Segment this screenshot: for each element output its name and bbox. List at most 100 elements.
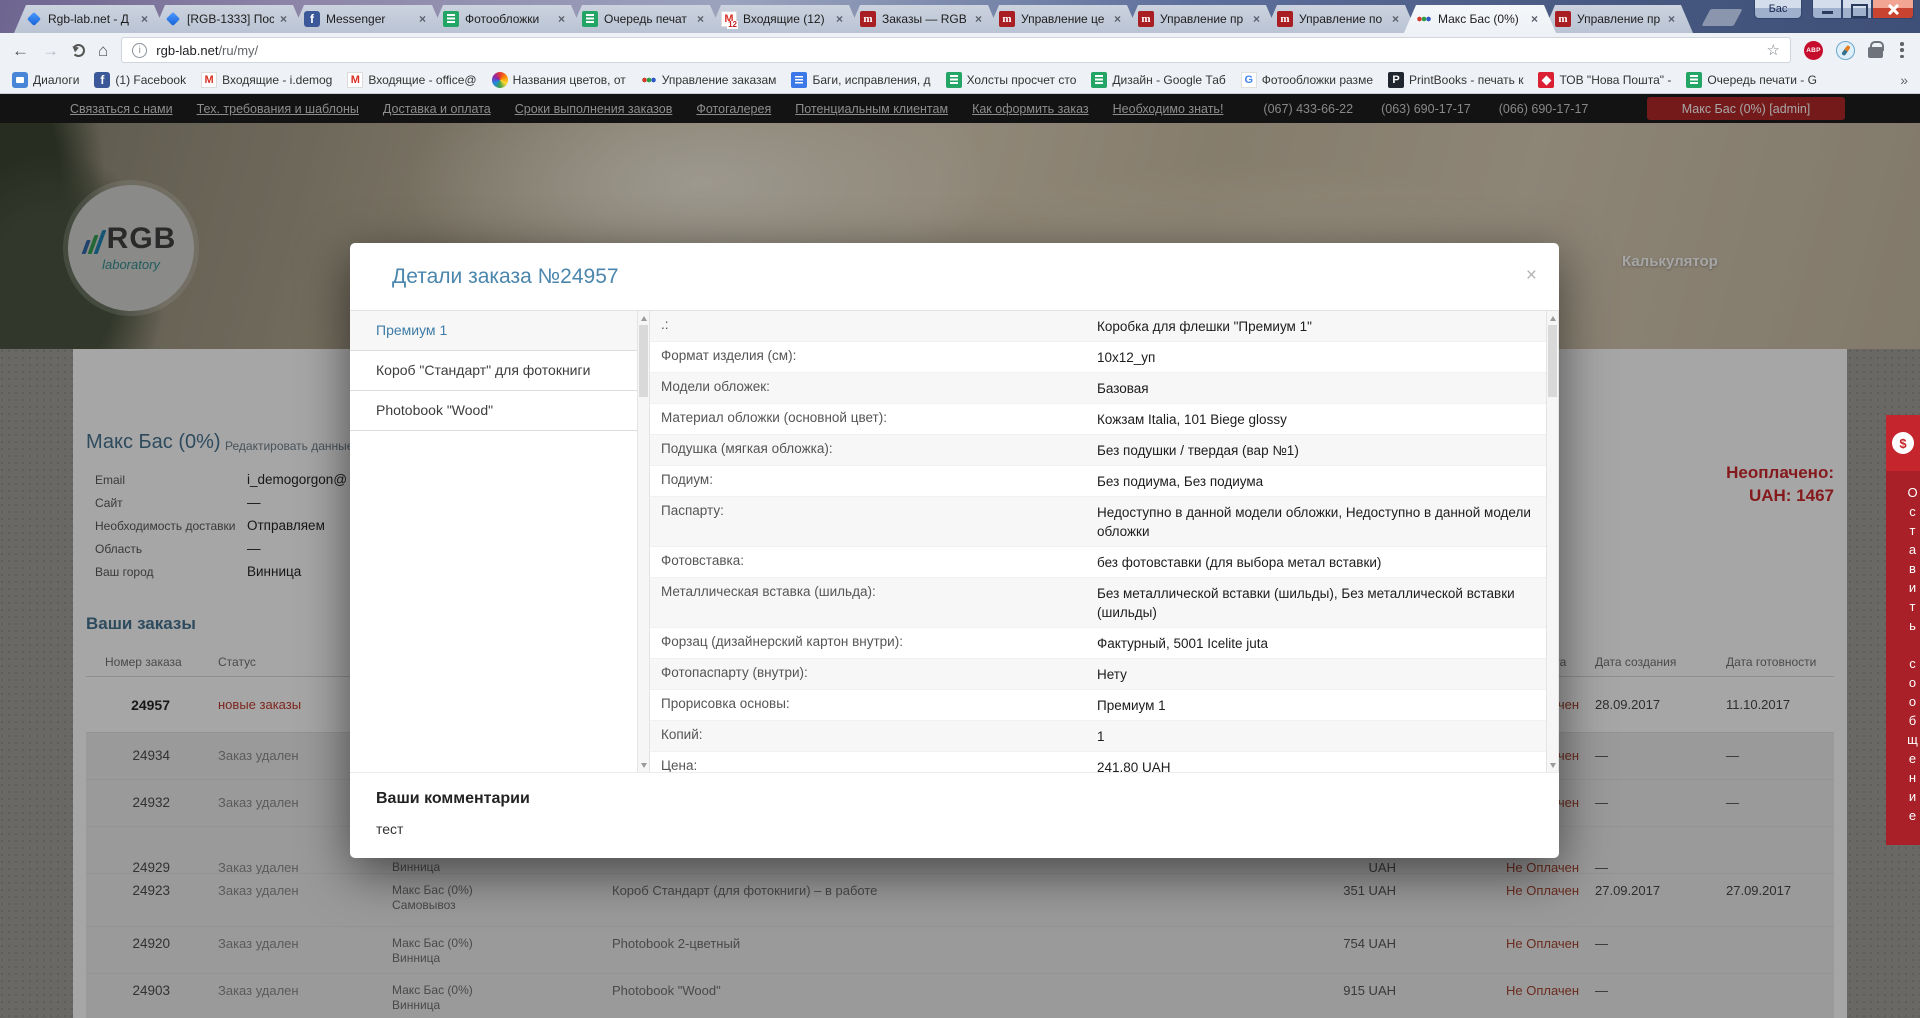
bookmark-novaposhta[interactable]: ТОВ "Нова Пошта" -: [1538, 72, 1671, 88]
detail-row: Паспарту:Недоступно в данной модели обло…: [650, 497, 1546, 547]
address-bar[interactable]: i rgb-lab.net/ru/my/ ☆: [121, 37, 1791, 63]
scroll-up-icon[interactable]: [638, 311, 649, 324]
url-path: /ru/my/: [218, 43, 258, 58]
tab-upravlenie-4[interactable]: mУправление пр×: [1543, 5, 1693, 33]
back-button[interactable]: ←: [12, 42, 29, 59]
bookmark-fotooblozhki[interactable]: GФотообложки разме: [1241, 72, 1373, 88]
tab-close-icon[interactable]: ×: [419, 12, 426, 26]
tab-close-icon[interactable]: ×: [1668, 12, 1675, 26]
order-items-list: Премиум 1 Короб "Стандарт" для фотокниги…: [350, 311, 637, 772]
tab-close-icon[interactable]: ×: [1531, 12, 1538, 26]
detail-row: Цена:241.80 UAH: [650, 752, 1546, 772]
tab-inbox[interactable]: M12Входящие (12)×: [709, 5, 861, 33]
scroll-down-icon[interactable]: [638, 759, 649, 772]
scrollbar-thumb[interactable]: [639, 325, 648, 397]
sheets-icon: [582, 11, 598, 27]
bookmark-orders-admin[interactable]: Управление заказам: [641, 72, 777, 88]
adblock-extension-icon[interactable]: ABP: [1804, 41, 1823, 60]
tab-title: Входящие (12): [743, 12, 830, 26]
tab-close-icon[interactable]: ×: [836, 12, 843, 26]
chat-icon[interactable]: $: [1886, 415, 1920, 471]
tab-close-icon[interactable]: ×: [1392, 12, 1399, 26]
scrollbar-thumb[interactable]: [1548, 325, 1557, 397]
bookmark-label: Холсты просчет сто: [967, 73, 1077, 87]
detail-value: Без подиума, Без подиума: [1097, 472, 1546, 491]
detail-row: Фотопаспарту (внутри):Нету: [650, 659, 1546, 690]
tab-title: Управление по: [1299, 12, 1386, 26]
window-maximize-button[interactable]: [1842, 0, 1872, 19]
tab-close-icon[interactable]: ×: [697, 12, 704, 26]
detail-row: Фотовставка:без фотовставки (для выбора …: [650, 547, 1546, 578]
jira-icon: [165, 11, 181, 27]
scroll-down-icon[interactable]: [1547, 759, 1558, 772]
list-scrollbar[interactable]: [637, 311, 650, 772]
tab-strip: Rgb-lab.net - Д × [RGB-1333] Пос× fMessen…: [0, 0, 1920, 33]
tab-upravlenie-3[interactable]: mУправление по×: [1265, 5, 1417, 33]
tab-close-icon[interactable]: ×: [975, 12, 982, 26]
bookmark-label: (1) Facebook: [115, 73, 186, 87]
tab-fotooblozhki[interactable]: Фотообложки×: [431, 5, 583, 33]
bookmark-label: Очередь печати - G: [1707, 73, 1817, 87]
tab-close-icon[interactable]: ×: [141, 12, 148, 26]
list-item-premium-1[interactable]: Премиум 1: [350, 311, 637, 351]
bookmark-canvas[interactable]: Холсты просчет сто: [946, 72, 1077, 88]
tab-rgb-1333[interactable]: [RGB-1333] Пос×: [153, 5, 305, 33]
compass-extension-icon[interactable]: [1836, 41, 1855, 60]
home-button[interactable]: ⌂: [98, 42, 108, 59]
bookmark-inbox-office[interactable]: MВходящие - office@: [347, 72, 476, 88]
tab-messenger[interactable]: fMessenger×: [292, 5, 444, 33]
list-item-photobook-wood[interactable]: Photobook "Wood": [350, 391, 637, 431]
browser-toolbar: ← → ⌂ i rgb-lab.net/ru/my/ ☆ ABP: [0, 33, 1920, 67]
detail-row: Металлическая вставка (шильда):Без метал…: [650, 578, 1546, 628]
tab-title: Rgb-lab.net - Д: [48, 12, 135, 26]
tab-close-icon[interactable]: ×: [1114, 12, 1121, 26]
detail-value: 10x12_уп: [1097, 348, 1546, 367]
tab-zakazy[interactable]: mЗаказы — RGB×: [848, 5, 1000, 33]
bookmark-label: Названия цветов, от: [513, 73, 626, 87]
close-icon[interactable]: ×: [1526, 265, 1537, 287]
browser-menu-icon[interactable]: [1900, 42, 1904, 58]
detail-value: Недоступно в данной модели обложки, Недо…: [1097, 503, 1546, 541]
tab-maks-bas-active[interactable]: Макс Бас (0%)×: [1404, 5, 1556, 33]
feedback-ribbon[interactable]: $ Оставить сообщение: [1886, 415, 1920, 845]
bookmark-dialogi[interactable]: Диалоги: [12, 72, 79, 88]
tab-upravlenie-1[interactable]: mУправление це×: [987, 5, 1139, 33]
forward-button[interactable]: →: [42, 42, 59, 59]
url-text: rgb-lab.net/ru/my/: [156, 43, 258, 58]
bookmark-bugs[interactable]: Баги, исправления, д: [791, 72, 930, 88]
details-scrollbar[interactable]: [1546, 311, 1559, 772]
tab-rgb-lab[interactable]: Rgb-lab.net - Д ×: [14, 5, 166, 33]
detail-label: Фотовставка:: [650, 553, 1097, 572]
dialogs-icon: [12, 72, 28, 88]
reload-button[interactable]: [72, 44, 85, 57]
bookmark-facebook[interactable]: f(1) Facebook: [94, 72, 186, 88]
window-minimize-button[interactable]: [1812, 0, 1842, 19]
tab-close-icon[interactable]: ×: [280, 12, 287, 26]
bookmarks-overflow-icon[interactable]: »: [1900, 72, 1908, 88]
bookmark-print-queue[interactable]: Очередь печати - G: [1686, 72, 1817, 88]
jira-icon: [26, 11, 42, 27]
detail-row: Материал обложки (основной цвет):Кожзам …: [650, 404, 1546, 435]
window-buttons: Бас: [1754, 0, 1914, 19]
browser-profile-button[interactable]: Бас: [1754, 0, 1802, 19]
tab-close-icon[interactable]: ×: [558, 12, 565, 26]
tab-close-icon[interactable]: ×: [1253, 12, 1260, 26]
detail-row: Копий:1: [650, 721, 1546, 752]
detail-row: Форзац (дизайнерский картон внутри):Факт…: [650, 628, 1546, 659]
bookmark-star-icon[interactable]: ☆: [1767, 41, 1780, 59]
bookmark-printbooks[interactable]: PPrintBooks - печать к: [1388, 72, 1523, 88]
bookmark-colors[interactable]: Названия цветов, от: [492, 72, 626, 88]
list-item-korob-standart[interactable]: Короб "Стандарт" для фотокниги: [350, 351, 637, 391]
window-close-button[interactable]: [1872, 0, 1914, 19]
bookmark-design[interactable]: Дизайн - Google Таб: [1091, 72, 1225, 88]
facebook-icon: f: [304, 11, 320, 27]
tab-ochered[interactable]: Очередь печат×: [570, 5, 722, 33]
lock-extension-icon[interactable]: [1868, 47, 1883, 58]
page-info-icon[interactable]: i: [132, 43, 147, 58]
tab-upravlenie-2[interactable]: mУправление пр×: [1126, 5, 1278, 33]
bookmark-inbox-idemog[interactable]: MВходящие - i.demog: [201, 72, 332, 88]
scroll-up-icon[interactable]: [1547, 311, 1558, 324]
new-tab-button[interactable]: [1701, 9, 1742, 26]
comments-heading: Ваши комментарии: [376, 790, 1559, 808]
detail-value: Базовая: [1097, 379, 1546, 398]
